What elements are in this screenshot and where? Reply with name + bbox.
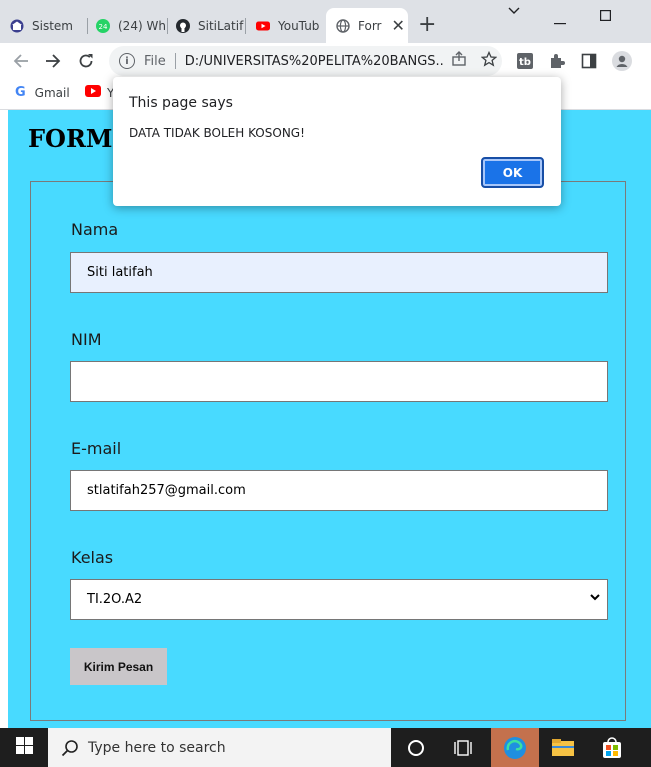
- side-panel-icon[interactable]: [581, 53, 597, 69]
- store-icon[interactable]: [588, 728, 636, 767]
- tab-label: Sistem: [32, 18, 73, 33]
- tab-form-active[interactable]: Forr ✕: [326, 8, 408, 43]
- tab-label: Forr: [358, 18, 382, 33]
- star-icon[interactable]: [480, 50, 498, 71]
- extension-tb-icon[interactable]: tb: [517, 53, 533, 69]
- tab-github[interactable]: SitiLatif: [176, 8, 246, 43]
- tab-label: SitiLatif: [198, 18, 244, 33]
- svg-text:tb: tb: [519, 57, 531, 68]
- address-bar[interactable]: i File D:/UNIVERSITAS%20PELITA%20BANGS..…: [109, 46, 502, 76]
- dialog-title: This page says: [129, 95, 233, 111]
- browser-toolbar: i File D:/UNIVERSITAS%20PELITA%20BANGS..…: [0, 43, 651, 79]
- dialog-message: DATA TIDAK BOLEH KOSONG!: [129, 126, 305, 140]
- windows-icon: [15, 737, 33, 758]
- google-icon: G: [15, 85, 26, 100]
- forward-icon[interactable]: [41, 49, 65, 73]
- globe-icon: [336, 18, 350, 33]
- taskbar: Type here to search: [0, 728, 651, 767]
- tab-label: YouTub: [278, 18, 320, 33]
- whatsapp-icon: 24: [96, 18, 110, 33]
- nama-label: Nama: [71, 220, 119, 239]
- bookmark-youtube[interactable]: Y: [85, 85, 114, 100]
- kelas-select[interactable]: TI.2O.A2: [70, 579, 608, 620]
- submit-button[interactable]: Kirim Pesan: [70, 648, 167, 685]
- youtube-icon: [256, 19, 270, 33]
- kelas-label: Kelas: [71, 548, 114, 567]
- info-icon[interactable]: i: [119, 53, 135, 69]
- nama-input[interactable]: Siti latifah: [70, 252, 608, 293]
- puzzle-icon[interactable]: [549, 53, 565, 69]
- youtube-icon: [85, 85, 101, 100]
- minimize-icon[interactable]: [554, 13, 566, 29]
- search-icon: [61, 739, 79, 757]
- task-view-icon[interactable]: [440, 728, 488, 767]
- back-icon[interactable]: [9, 49, 33, 73]
- chevron-down-icon: [589, 590, 601, 608]
- close-tab-icon[interactable]: ✕: [391, 16, 404, 35]
- start-button[interactable]: [0, 728, 48, 767]
- tab-label: (24) Wh: [118, 18, 166, 33]
- alert-dialog: This page says DATA TIDAK BOLEH KOSONG! …: [113, 77, 561, 206]
- edge-icon[interactable]: [491, 728, 539, 767]
- ok-button[interactable]: OK: [481, 157, 544, 188]
- tab-sistem[interactable]: Sistem: [10, 8, 88, 43]
- file-explorer-icon[interactable]: [539, 728, 587, 767]
- form-fieldset: Nama Siti latifah NIM E-mail stlatifah25…: [30, 181, 626, 721]
- url-text[interactable]: D:/UNIVERSITAS%20PELITA%20BANGS...: [185, 54, 443, 69]
- chevron-down-icon[interactable]: [508, 4, 520, 22]
- tab-whatsapp[interactable]: 24 (24) Wh: [96, 8, 168, 43]
- share-icon[interactable]: [451, 51, 467, 71]
- new-tab-button[interactable]: +: [418, 14, 436, 36]
- profile-icon[interactable]: [612, 51, 632, 71]
- svg-text:24: 24: [99, 23, 108, 31]
- bookmark-gmail[interactable]: G Gmail: [15, 85, 70, 100]
- taskbar-search[interactable]: Type here to search: [48, 728, 391, 767]
- github-icon: [176, 18, 190, 33]
- university-icon: [10, 19, 24, 33]
- maximize-icon[interactable]: [600, 9, 612, 25]
- nim-input[interactable]: [70, 361, 608, 402]
- kelas-selected-value: TI.2O.A2: [87, 592, 143, 607]
- tab-strip: Sistem 24 (24) Wh SitiLatif YouTub Forr …: [0, 0, 651, 43]
- email-input[interactable]: stlatifah257@gmail.com: [70, 470, 608, 511]
- email-label: E-mail: [71, 439, 122, 458]
- search-placeholder: Type here to search: [88, 739, 226, 756]
- tab-youtube[interactable]: YouTub: [256, 8, 322, 43]
- reload-icon[interactable]: [74, 49, 98, 73]
- nim-label: NIM: [71, 330, 102, 349]
- cortana-icon[interactable]: [392, 728, 440, 767]
- url-scheme: File: [144, 53, 166, 69]
